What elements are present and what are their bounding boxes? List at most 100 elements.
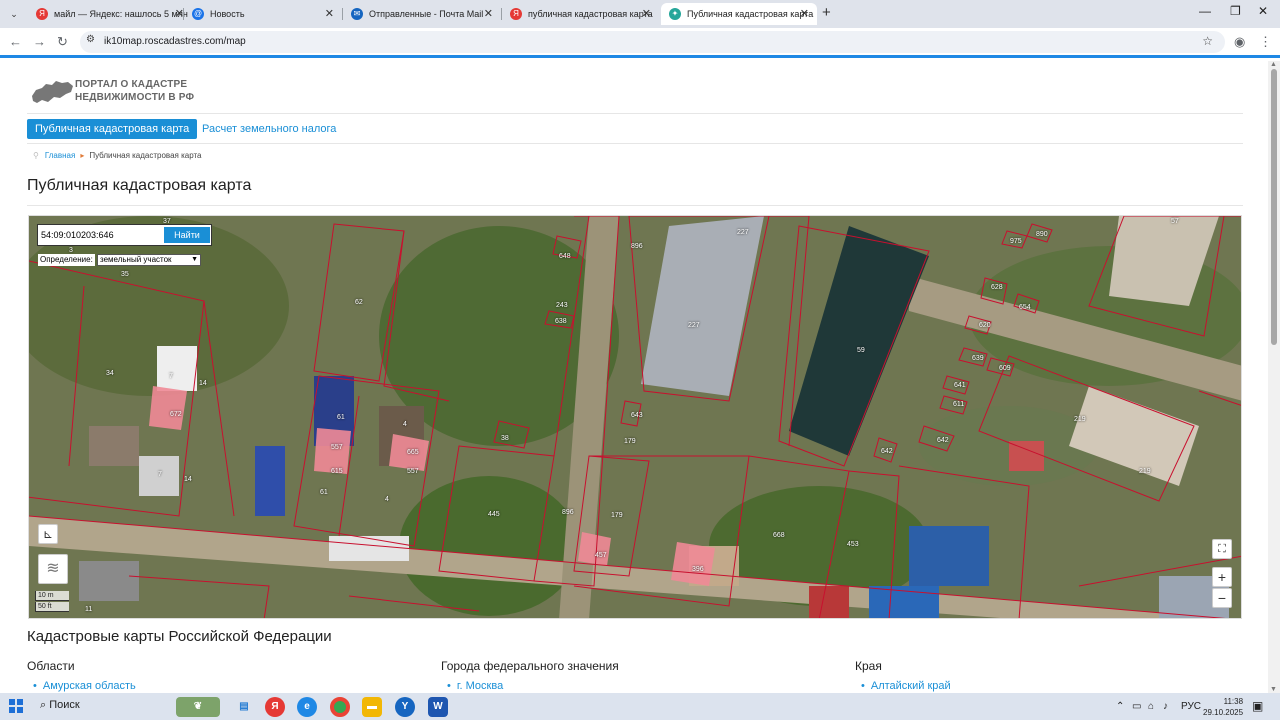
notifications-icon[interactable]: ▣: [1252, 699, 1263, 713]
parcel-number-label[interactable]: 642: [881, 448, 893, 455]
parcel-number-label[interactable]: 557: [407, 468, 419, 475]
zoom-out-button[interactable]: −: [1212, 588, 1232, 608]
chrome-icon[interactable]: [330, 697, 350, 717]
restore-button[interactable]: ❐: [1230, 4, 1241, 18]
bookmark-star-icon[interactable]: ☆: [1202, 34, 1213, 48]
yandex-browser-icon[interactable]: Я: [265, 697, 285, 717]
territory-link[interactable]: Алтайский край: [861, 680, 951, 692]
parcel-number-label[interactable]: 638: [555, 318, 567, 325]
parcel-number-label[interactable]: 396: [692, 566, 704, 573]
close-icon[interactable]: ✕: [642, 3, 651, 25]
parcel-number-label[interactable]: 890: [1036, 231, 1048, 238]
parcel-number-label[interactable]: 668: [773, 532, 785, 539]
scroll-down-icon[interactable]: ▼: [1270, 686, 1277, 693]
browser-tab-1[interactable]: Я майл — Яндекс: нашлось 5 млн ✕: [28, 3, 192, 25]
site-info-icon[interactable]: ⚙: [86, 34, 95, 45]
parcel-number-label[interactable]: 4: [403, 421, 407, 428]
taskbar-search[interactable]: ⌕ Поиск: [40, 699, 80, 712]
page-scrollbar[interactable]: ▲ ▼: [1268, 61, 1280, 693]
parcel-number-label[interactable]: 672: [170, 411, 182, 418]
parcel-number-label[interactable]: 639: [972, 355, 984, 362]
zoom-in-button[interactable]: +: [1212, 567, 1232, 587]
more-menu-icon[interactable]: ⋮: [1259, 34, 1272, 50]
parcel-number-label[interactable]: 896: [562, 509, 574, 516]
minimize-button[interactable]: —: [1199, 4, 1211, 18]
logo-text[interactable]: ПОРТАЛ О КАДАСТРЕ НЕДВИЖИМОСТИ В РФ: [75, 78, 194, 104]
cadastral-map[interactable]: 37 3 35 648 896 227 975 890 57 62 243 638 628 654 620 2…: [28, 215, 1242, 619]
parcel-number-label[interactable]: 3: [69, 247, 73, 254]
parcel-number-label[interactable]: 227: [688, 322, 700, 329]
parcel-number-label[interactable]: 35: [121, 271, 129, 278]
parcel-number-label[interactable]: 243: [556, 302, 568, 309]
file-explorer-icon[interactable]: ▤: [234, 697, 254, 717]
parcel-number-label[interactable]: 975: [1010, 238, 1022, 245]
widgets-icon[interactable]: ❦: [176, 697, 220, 717]
profile-icon[interactable]: ◉: [1234, 34, 1245, 50]
network-icon[interactable]: ⌂: [1148, 701, 1154, 712]
tray-chevron-icon[interactable]: ⌃: [1116, 701, 1124, 712]
parcel-number-label[interactable]: 615: [331, 468, 343, 475]
parcel-number-label[interactable]: 62: [355, 299, 363, 306]
parcel-number-label[interactable]: 11: [85, 606, 92, 613]
taskbar-clock[interactable]: 11:38 29.10.2025: [1203, 696, 1243, 718]
forward-arrow-icon[interactable]: →: [33, 34, 46, 49]
parcel-number-label[interactable]: 643: [631, 412, 643, 419]
windows-start-button[interactable]: [9, 699, 23, 713]
find-button[interactable]: Найти: [164, 227, 210, 243]
parcel-number-label[interactable]: 219: [1139, 468, 1151, 475]
parcel-number-label[interactable]: 445: [488, 511, 500, 518]
reload-icon[interactable]: ↻: [57, 34, 68, 50]
browser-tab-4[interactable]: Я публичная кадастровая карта ✕: [502, 3, 659, 25]
parcel-number-label[interactable]: 61: [320, 489, 328, 496]
region-link[interactable]: Амурская область: [33, 680, 136, 692]
folder-icon[interactable]: ▬: [362, 697, 382, 717]
parcel-number-label[interactable]: 609: [999, 365, 1011, 372]
close-window-button[interactable]: ✕: [1258, 4, 1268, 18]
parcel-number-label[interactable]: 38: [501, 435, 509, 442]
volume-icon[interactable]: ♪: [1163, 701, 1168, 712]
parcel-number-label[interactable]: 227: [737, 229, 749, 236]
parcel-number-label[interactable]: 648: [559, 253, 571, 260]
parcel-number-label[interactable]: 611: [953, 401, 964, 408]
parcel-number-label[interactable]: 620: [979, 322, 991, 329]
language-indicator[interactable]: РУС: [1181, 701, 1201, 712]
parcel-number-label[interactable]: 14: [184, 476, 192, 483]
breadcrumb-home[interactable]: Главная: [45, 151, 75, 160]
yandex-app-icon[interactable]: Y: [395, 697, 415, 717]
fullscreen-button[interactable]: ⛶: [1212, 539, 1232, 559]
back-arrow-icon[interactable]: ←: [9, 34, 22, 49]
parcel-number-label[interactable]: 642: [937, 437, 949, 444]
parcel-number-label[interactable]: 4: [385, 496, 389, 503]
parcel-number-label[interactable]: 179: [611, 512, 623, 519]
scrollbar-thumb[interactable]: [1271, 69, 1277, 345]
parcel-number-label[interactable]: 7: [169, 373, 173, 380]
cadastral-number-input[interactable]: [41, 228, 161, 242]
menu-cadastral-map[interactable]: Публичная кадастровая карта: [27, 119, 198, 139]
parcel-number-label[interactable]: 628: [991, 284, 1003, 291]
parcel-number-label[interactable]: 641: [954, 382, 966, 389]
parcel-number-label[interactable]: 557: [331, 444, 343, 451]
close-icon[interactable]: ✕: [800, 3, 809, 25]
new-tab-button[interactable]: +: [822, 4, 831, 21]
parcel-number-label[interactable]: 61: [337, 414, 345, 421]
parcel-number-label[interactable]: 57: [1171, 218, 1179, 225]
omnibox[interactable]: ⚙ ik10map.roscadastres.com/map ☆: [80, 31, 1225, 53]
parcel-number-label[interactable]: 453: [847, 541, 859, 548]
browser-tab-2[interactable]: @ Новость ✕: [184, 3, 342, 25]
menu-land-tax[interactable]: Расчет земельного налога: [202, 119, 336, 139]
parcel-number-label[interactable]: 34: [106, 370, 114, 377]
parcel-number-label[interactable]: 59: [857, 347, 865, 354]
word-icon[interactable]: W: [428, 697, 448, 717]
object-type-select[interactable]: земельный участок ▼: [97, 254, 201, 266]
layers-button[interactable]: ≋: [38, 554, 68, 584]
parcel-number-label[interactable]: 654: [1019, 304, 1031, 311]
parcel-number-label[interactable]: 219: [1074, 416, 1086, 423]
edge-icon[interactable]: e: [297, 697, 317, 717]
parcel-number-label[interactable]: 896: [631, 243, 643, 250]
tray-app-icon[interactable]: ▭: [1132, 701, 1141, 712]
city-link[interactable]: г. Москва: [447, 680, 503, 692]
measure-ruler-button[interactable]: ⊾: [38, 524, 58, 544]
parcel-number-label[interactable]: 7: [158, 471, 162, 478]
close-icon[interactable]: ✕: [484, 3, 493, 25]
parcel-number-label[interactable]: 14: [199, 380, 207, 387]
